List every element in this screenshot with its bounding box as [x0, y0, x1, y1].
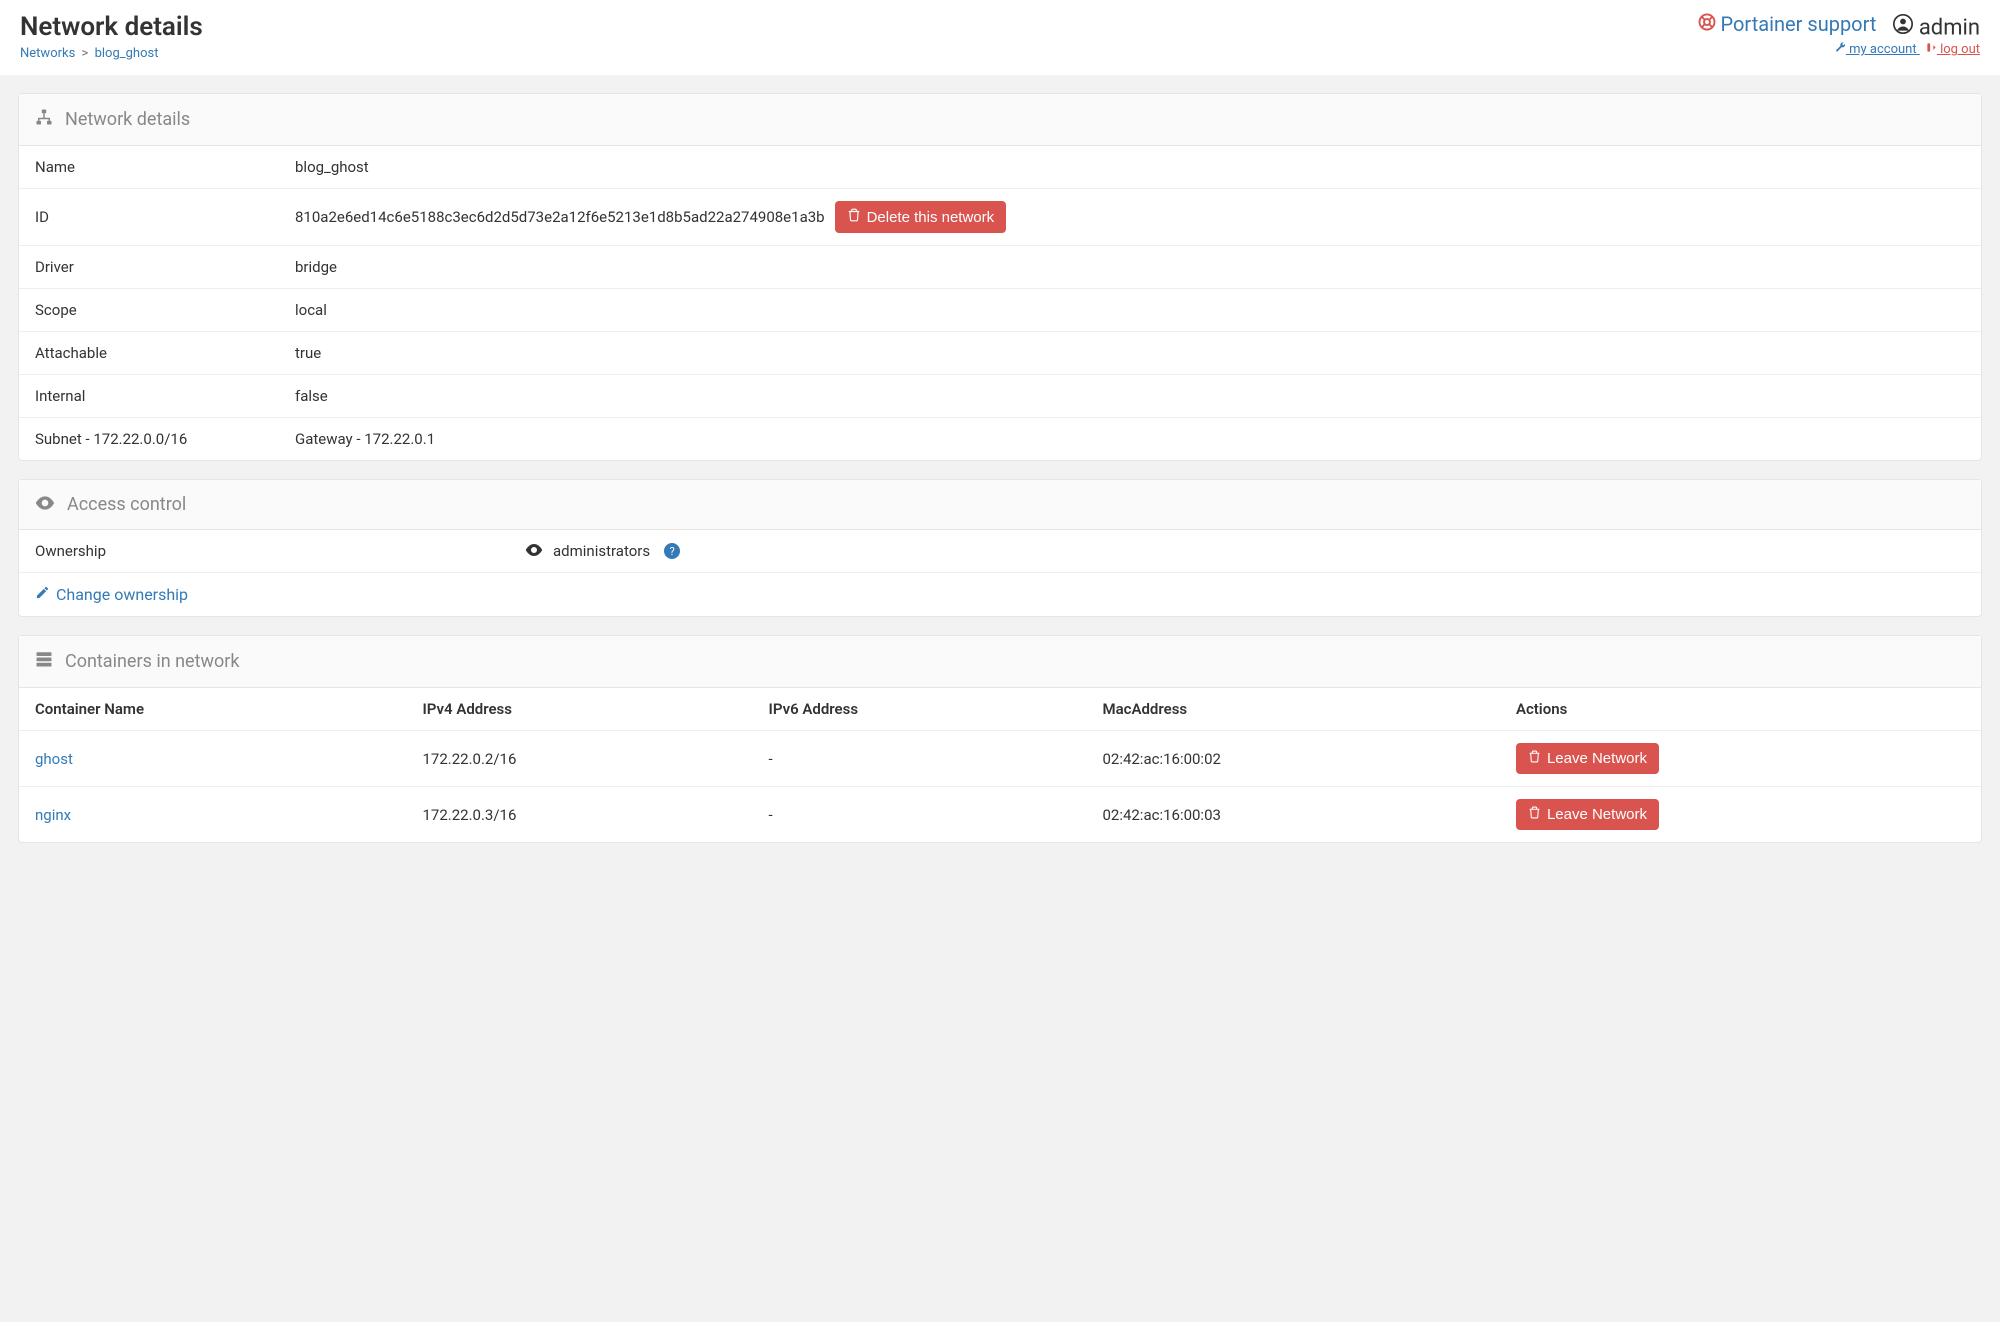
panel-header: Access control [19, 480, 1981, 530]
value: bridge [295, 258, 1965, 276]
access-control-panel: Access control Ownership administrators … [18, 479, 1982, 617]
help-icon[interactable]: ? [664, 543, 680, 559]
label: ID [35, 208, 295, 226]
col-actions: Actions [1500, 688, 1981, 731]
value: true [295, 344, 1965, 362]
delete-network-button[interactable]: Delete this network [835, 201, 1007, 233]
server-icon [35, 650, 53, 673]
link-label: Change ownership [56, 585, 188, 604]
header-right: Portainer support admin my account lo [1698, 12, 1980, 57]
trash-icon [1528, 750, 1541, 767]
my-account-label: my account [1849, 42, 1916, 57]
label: Scope [35, 301, 295, 319]
panel-title: Network details [65, 109, 190, 130]
value: 810a2e6ed14c6e5188c3ec6d2d5d73e2a12f6e52… [295, 208, 825, 226]
username: admin [1919, 15, 1980, 40]
life-ring-icon [1698, 12, 1721, 36]
container-link[interactable]: ghost [35, 750, 73, 768]
table-row: nginx 172.22.0.3/16 - 02:42:ac:16:00:03 … [19, 787, 1981, 843]
containers-panel: Containers in network Container Name IPv… [18, 635, 1982, 843]
row-name: Name blog_ghost [19, 146, 1981, 189]
eye-icon [525, 542, 543, 560]
support-link[interactable]: Portainer support [1698, 12, 1882, 36]
page-title: Network details [20, 12, 1980, 42]
network-details-panel: Network details Name blog_ghost ID 810a2… [18, 93, 1982, 461]
table-row: ghost 172.22.0.2/16 - 02:42:ac:16:00:02 … [19, 731, 1981, 787]
label: Internal [35, 387, 295, 405]
label: Subnet - 172.22.0.0/16 [35, 430, 295, 448]
leave-network-button[interactable]: Leave Network [1516, 743, 1659, 774]
row-id: ID 810a2e6ed14c6e5188c3ec6d2d5d73e2a12f6… [19, 189, 1981, 246]
button-label: Leave Network [1547, 806, 1647, 823]
row-subnet: Subnet - 172.22.0.0/16 Gateway - 172.22.… [19, 418, 1981, 460]
panel-title: Access control [67, 494, 186, 515]
container-link[interactable]: nginx [35, 806, 71, 824]
wrench-icon [1835, 42, 1849, 57]
value: blog_ghost [295, 158, 1965, 176]
value: administrators [553, 542, 650, 560]
page-header: Network details Networks > blog_ghost Po… [0, 0, 2000, 75]
breadcrumb-separator: > [82, 46, 89, 61]
panel-title: Containers in network [65, 651, 240, 672]
col-mac: MacAddress [1086, 688, 1499, 731]
mac: 02:42:ac:16:00:02 [1086, 731, 1499, 787]
panel-header: Containers in network [19, 636, 1981, 688]
breadcrumb-root[interactable]: Networks [20, 46, 75, 61]
row-scope: Scope local [19, 289, 1981, 332]
row-attachable: Attachable true [19, 332, 1981, 375]
label: Driver [35, 258, 295, 276]
value: false [295, 387, 1965, 405]
label: Ownership [35, 542, 525, 560]
breadcrumb-current[interactable]: blog_ghost [95, 46, 159, 61]
trash-icon [1528, 806, 1541, 823]
row-ownership: Ownership administrators ? [19, 530, 1981, 573]
my-account-link[interactable]: my account [1835, 42, 1920, 57]
containers-table: Container Name IPv4 Address IPv6 Address… [19, 688, 1981, 842]
change-ownership-link[interactable]: Change ownership [35, 585, 188, 604]
button-label: Delete this network [867, 209, 995, 226]
button-label: Leave Network [1547, 750, 1647, 767]
value: Gateway - 172.22.0.1 [295, 430, 1965, 448]
edit-icon [35, 585, 50, 604]
user-icon [1893, 15, 1918, 40]
ipv4: 172.22.0.2/16 [406, 731, 752, 787]
user-block: admin [1893, 15, 1980, 40]
label: Attachable [35, 344, 295, 362]
value: local [295, 301, 1965, 319]
panel-header: Network details [19, 94, 1981, 146]
logout-label: log out [1940, 42, 1980, 57]
trash-icon [847, 208, 861, 226]
ipv6: - [753, 731, 1087, 787]
sign-out-icon [1926, 42, 1940, 57]
label: Name [35, 158, 295, 176]
ipv4: 172.22.0.3/16 [406, 787, 752, 843]
col-name: Container Name [19, 688, 406, 731]
eye-icon [35, 494, 55, 515]
col-ipv4: IPv4 Address [406, 688, 752, 731]
row-driver: Driver bridge [19, 246, 1981, 289]
row-internal: Internal false [19, 375, 1981, 418]
leave-network-button[interactable]: Leave Network [1516, 799, 1659, 830]
mac: 02:42:ac:16:00:03 [1086, 787, 1499, 843]
sitemap-icon [35, 108, 53, 131]
col-ipv6: IPv6 Address [753, 688, 1087, 731]
logout-link[interactable]: log out [1926, 42, 1980, 57]
breadcrumb: Networks > blog_ghost [20, 46, 1980, 61]
ipv6: - [753, 787, 1087, 843]
support-label: Portainer support [1721, 12, 1877, 36]
